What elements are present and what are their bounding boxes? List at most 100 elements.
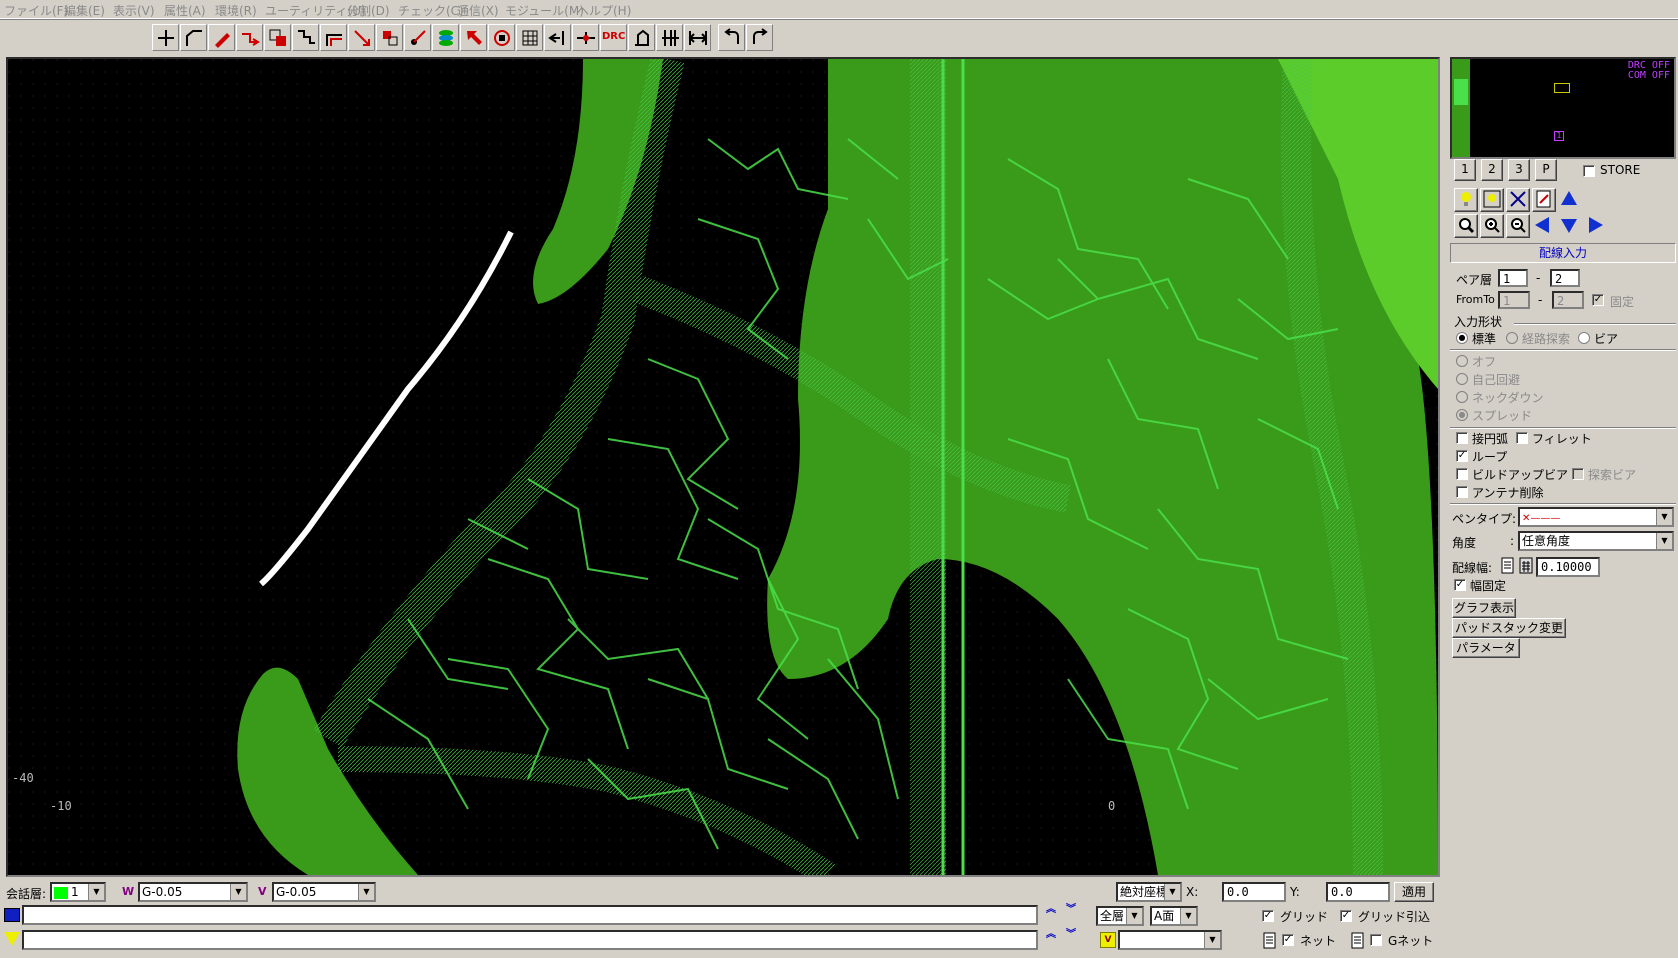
grid-checkbox[interactable]: ✓ bbox=[1262, 910, 1274, 922]
zoom-area-button[interactable] bbox=[1454, 214, 1478, 238]
opt-spread-radio[interactable]: ● bbox=[1456, 409, 1468, 421]
wire-width-calc-button[interactable] bbox=[1518, 557, 1534, 575]
fit-button[interactable] bbox=[684, 24, 711, 51]
coord-mode-select[interactable]: 絶対座標 ▼ bbox=[1116, 882, 1182, 902]
highlight-net-button[interactable] bbox=[1480, 188, 1504, 212]
gnet-checkbox[interactable] bbox=[1370, 934, 1382, 946]
shape-route-radio[interactable] bbox=[1506, 332, 1518, 344]
opt-self-avoid-radio[interactable] bbox=[1456, 373, 1468, 385]
angle-select[interactable]: 任意角度 ▼ bbox=[1518, 531, 1674, 551]
view-button-2[interactable]: 2 bbox=[1481, 159, 1503, 181]
bend-tool-button[interactable] bbox=[320, 24, 347, 51]
menu-view[interactable]: 表示(V) bbox=[113, 2, 155, 19]
menu-edit[interactable]: 編集(E) bbox=[64, 2, 105, 19]
menu-split[interactable]: 分割(D) bbox=[347, 2, 390, 19]
pcb-canvas[interactable]: -40 -10 0 bbox=[6, 57, 1440, 877]
gnet-memo-button[interactable] bbox=[1350, 932, 1366, 950]
pen-type-select[interactable]: ✕——— ▼ bbox=[1518, 507, 1674, 527]
wire-move-button[interactable] bbox=[376, 24, 403, 51]
menu-attribute[interactable]: 属性(A) bbox=[164, 2, 206, 19]
scroll-down-icon[interactable]: ︾ bbox=[1062, 905, 1080, 924]
edit-view-button[interactable] bbox=[1532, 188, 1556, 212]
redo-button[interactable] bbox=[746, 24, 773, 51]
push-tool-button[interactable] bbox=[544, 24, 571, 51]
pan-down-button[interactable] bbox=[1558, 214, 1582, 238]
undo-button[interactable] bbox=[718, 24, 745, 51]
wire-width-memo-button[interactable] bbox=[1500, 557, 1516, 575]
pen-tool-button[interactable] bbox=[208, 24, 235, 51]
select-tool-button[interactable] bbox=[460, 24, 487, 51]
measure-button[interactable] bbox=[628, 24, 655, 51]
node-tool-button[interactable] bbox=[404, 24, 431, 51]
graph-button[interactable]: グラフ表示 bbox=[1452, 598, 1516, 618]
rotate-tool-button[interactable] bbox=[488, 24, 515, 51]
loop-checkbox[interactable]: ✓ bbox=[1456, 450, 1468, 462]
wire-width-input[interactable]: 0.10000 bbox=[1536, 557, 1600, 577]
highlight-button[interactable] bbox=[1454, 188, 1478, 212]
apply-button[interactable]: 適用 bbox=[1394, 882, 1434, 902]
view-button-1[interactable]: 1 bbox=[1454, 159, 1476, 181]
opt-off-radio[interactable] bbox=[1456, 355, 1468, 367]
view-button-p[interactable]: P bbox=[1535, 159, 1557, 181]
grid-snap-checkbox[interactable]: ✓ bbox=[1340, 910, 1352, 922]
zoom-out-button[interactable] bbox=[1506, 214, 1530, 238]
buildup-via-checkbox[interactable] bbox=[1456, 468, 1468, 480]
fromto-to-select[interactable]: 2 bbox=[1552, 291, 1584, 309]
fromto-from-select[interactable]: 1 bbox=[1498, 291, 1530, 309]
fixed-checkbox[interactable]: ✓ bbox=[1592, 294, 1604, 306]
connect-tool-button[interactable] bbox=[236, 24, 263, 51]
scroll-up-icon[interactable]: ︽ bbox=[1042, 905, 1060, 924]
message-down-icon[interactable]: ︾ bbox=[1062, 930, 1080, 949]
slide-tool-button[interactable] bbox=[572, 24, 599, 51]
tangent-arc-checkbox[interactable] bbox=[1456, 432, 1468, 444]
message-up-icon[interactable]: ︽ bbox=[1042, 930, 1060, 949]
command-input[interactable] bbox=[22, 905, 1038, 925]
drc-button[interactable]: DRC bbox=[600, 24, 627, 51]
pair-layer-from[interactable]: 1 bbox=[1498, 269, 1528, 287]
net-filter-select[interactable]: ▼ bbox=[1118, 930, 1222, 950]
via-filter-icon[interactable]: V bbox=[1100, 932, 1116, 948]
corner-tool-button[interactable] bbox=[180, 24, 207, 51]
all-layers-select[interactable]: 全層 ▼ bbox=[1096, 906, 1144, 926]
pair-layer-to[interactable]: 2 bbox=[1550, 269, 1580, 287]
store-checkbox[interactable] bbox=[1583, 165, 1595, 177]
side-select[interactable]: A面 ▼ bbox=[1150, 906, 1198, 926]
layer-tool-button[interactable] bbox=[292, 24, 319, 51]
copy-tool-button[interactable] bbox=[264, 24, 291, 51]
x-input[interactable]: 0.0 bbox=[1222, 882, 1286, 902]
pan-left-button[interactable] bbox=[1532, 214, 1556, 238]
move-tool-button[interactable] bbox=[348, 24, 375, 51]
wire-select[interactable]: G-0.05 ▼ bbox=[138, 882, 248, 902]
minimap[interactable]: 1 DRC OFF COM OFF bbox=[1450, 57, 1676, 159]
grid-tool-button[interactable] bbox=[516, 24, 543, 51]
menu-help[interactable]: ヘルプ(H) bbox=[577, 2, 631, 19]
minimap-viewport[interactable] bbox=[1554, 83, 1570, 93]
shape-via-radio[interactable] bbox=[1578, 332, 1590, 344]
param-button[interactable]: パラメータ bbox=[1452, 638, 1520, 658]
fit-all-button[interactable] bbox=[1506, 188, 1530, 212]
pan-up-button[interactable] bbox=[1558, 188, 1582, 212]
shape-standard-radio[interactable]: ● bbox=[1456, 332, 1468, 344]
pan-right-button[interactable] bbox=[1584, 214, 1608, 238]
net-memo-button[interactable] bbox=[1262, 932, 1278, 950]
menu-module[interactable]: モジュール(M) bbox=[505, 2, 584, 19]
padstack-button[interactable]: パッドスタック変更 bbox=[1452, 618, 1566, 638]
width-fixed-checkbox[interactable]: ✓ bbox=[1454, 579, 1466, 591]
y-input[interactable]: 0.0 bbox=[1326, 882, 1390, 902]
net-checkbox[interactable]: ✓ bbox=[1282, 934, 1294, 946]
layer-select[interactable]: 1 ▼ bbox=[50, 882, 106, 902]
menu-environment[interactable]: 環境(R) bbox=[215, 2, 257, 19]
menu-check[interactable]: チェック(C) bbox=[398, 2, 464, 19]
menu-file[interactable]: ファイル(F) bbox=[4, 2, 68, 19]
menu-communication[interactable]: 通信(X) bbox=[457, 2, 499, 19]
via-select[interactable]: G-0.05 ▼ bbox=[272, 882, 376, 902]
search-via-checkbox[interactable] bbox=[1572, 468, 1584, 480]
fillet-checkbox[interactable] bbox=[1516, 432, 1528, 444]
antenna-delete-checkbox[interactable] bbox=[1456, 486, 1468, 498]
zoom-in-button[interactable] bbox=[1480, 214, 1504, 238]
via-stack-button[interactable] bbox=[432, 24, 459, 51]
opt-neckdown-radio[interactable] bbox=[1456, 391, 1468, 403]
wire-tool-button[interactable] bbox=[152, 24, 179, 51]
view-button-3[interactable]: 3 bbox=[1508, 159, 1530, 181]
align-button[interactable] bbox=[656, 24, 683, 51]
